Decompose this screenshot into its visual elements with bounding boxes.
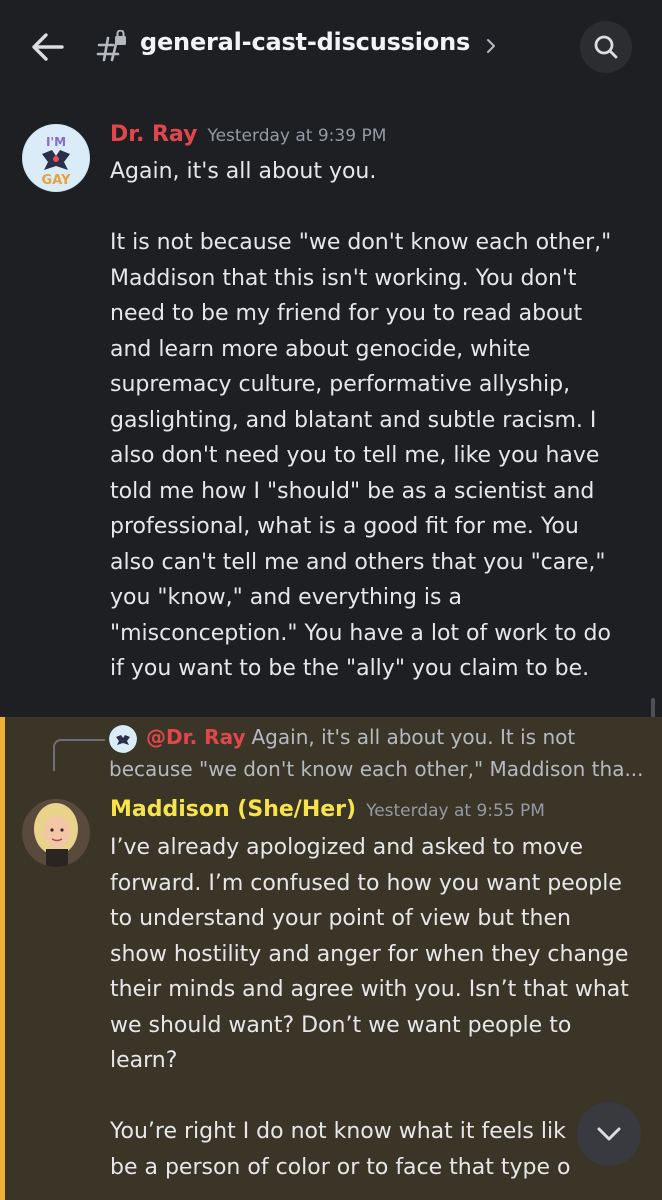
arrow-left-icon: [32, 33, 64, 61]
avatar[interactable]: [22, 799, 90, 867]
search-icon: [594, 35, 618, 59]
message-content: Again, it's all about you. It is not bec…: [110, 154, 650, 687]
channel-header: general-cast-discussions: [0, 0, 662, 94]
message-line: you "know," and everything is a: [110, 585, 462, 610]
message-line: told me how I "should" be as a scientist…: [110, 478, 595, 504]
chevron-right-icon[interactable]: [484, 36, 498, 56]
reply-preview: Again, it's all about you. It is not: [251, 725, 576, 749]
message-line: Again, it's all about you.: [110, 159, 377, 184]
message-item[interactable]: I'M GAY Dr. Ray Yesterday at 9:39 PM Agai…: [0, 110, 662, 710]
message-line: gaslighting, and blatant and subtle raci…: [110, 407, 597, 433]
author-name[interactable]: Dr. Ray: [110, 122, 197, 147]
message-line: also can't tell me and others that you "…: [110, 549, 606, 575]
avatar[interactable]: I'M GAY: [22, 124, 90, 192]
message-line: professional, what is a good fit for me.…: [110, 514, 579, 539]
message-item-highlighted[interactable]: @Dr. Ray Again, it's all about you. It is…: [0, 717, 662, 1200]
search-button[interactable]: [580, 21, 632, 73]
message-line: and learn more about genocide, white: [110, 336, 531, 362]
back-button[interactable]: [28, 30, 68, 64]
message-line: forward. I’m confused to how you want pe…: [110, 870, 622, 896]
message-header: Dr. Ray Yesterday at 9:39 PM: [110, 122, 386, 147]
timestamp: Yesterday at 9:39 PM: [207, 126, 387, 146]
author-name[interactable]: Maddison (She/Her): [110, 797, 356, 822]
message-line: learn?: [110, 1048, 178, 1073]
message-line: be a person of color or to face that typ…: [110, 1154, 571, 1180]
reply-connector: [53, 739, 105, 771]
message-line: supremacy culture, performative allyship…: [110, 372, 571, 397]
message-header: Maddison (She/Her) Yesterday at 9:55 PM: [110, 797, 545, 822]
svg-text:GAY: GAY: [42, 173, 71, 188]
hash-lock-icon: [96, 29, 128, 62]
jump-to-bottom-button[interactable]: [577, 1102, 641, 1166]
chevron-down-icon: [597, 1127, 621, 1141]
reply-preview-continued: because "we don't know each other," Madd…: [109, 757, 644, 781]
message-line: It is not because "we don't know each ot…: [110, 230, 612, 255]
message-line: if you want to be the "ally" you claim t…: [110, 656, 590, 681]
message-line: need to be my friend for you to read abo…: [110, 301, 583, 326]
message-line: I’ve already apologized and asked to mov…: [110, 835, 584, 860]
channel-name[interactable]: general-cast-discussions: [140, 28, 470, 56]
reply-avatar[interactable]: [109, 725, 137, 753]
message-line: also don't need you to tell me, like you…: [110, 443, 600, 468]
timestamp: Yesterday at 9:55 PM: [366, 801, 545, 821]
svg-text:I'M: I'M: [46, 135, 66, 149]
message-line: their minds and agree with you. Isn’t th…: [110, 977, 629, 1002]
message-line: You’re right I do not know what it feels…: [110, 1119, 566, 1144]
reply-mention[interactable]: @Dr. Ray: [146, 725, 246, 749]
message-line: we should want? Don’t we want people to: [110, 1012, 572, 1038]
message-line: Maddison that this isn't working. You do…: [110, 265, 577, 291]
reply-reference[interactable]: @Dr. Ray Again, it's all about you. It is…: [146, 725, 575, 749]
message-line: to understand your point of view but the…: [110, 906, 571, 931]
message-line: show hostility and anger for when they c…: [110, 941, 629, 967]
message-line: "misconception." You have a lot of work …: [110, 620, 611, 646]
message-content: I’ve already apologized and asked to mov…: [110, 830, 650, 1185]
